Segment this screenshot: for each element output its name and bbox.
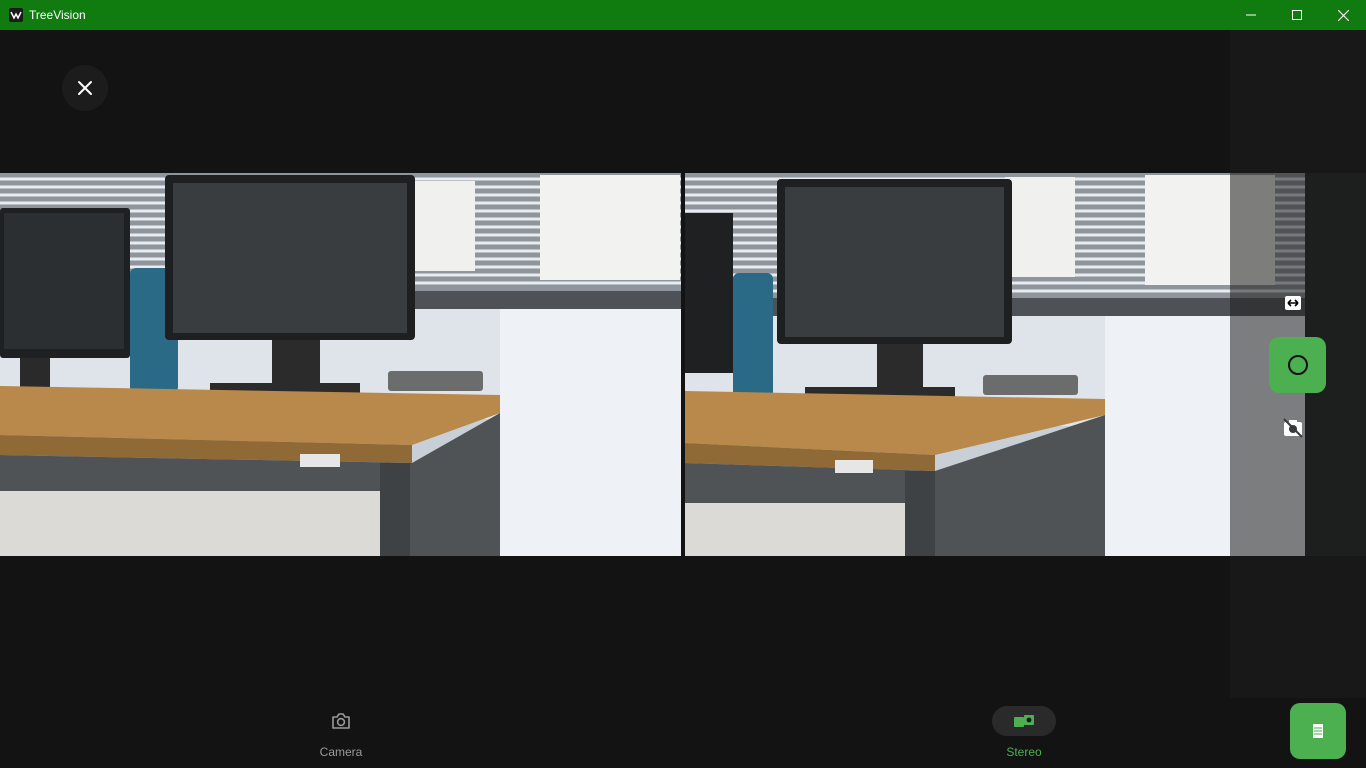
title-bar: TreeVision <box>0 0 1366 30</box>
window-title: TreeVision <box>29 8 86 22</box>
close-icon <box>78 81 92 95</box>
list-icon <box>1313 724 1323 738</box>
camera-off-icon <box>1283 418 1303 438</box>
camera-feed-image <box>0 173 681 556</box>
bottom-navigation: Camera Stereo <box>0 698 1366 768</box>
maximize-button[interactable] <box>1274 0 1320 30</box>
nav-camera-pill <box>309 706 373 736</box>
nav-camera-label: Camera <box>319 745 363 759</box>
list-fab-button[interactable] <box>1290 703 1346 759</box>
nav-stereo-pill <box>992 706 1056 736</box>
nav-camera[interactable]: Camera <box>281 706 401 766</box>
swap-cameras-button[interactable] <box>1282 292 1304 314</box>
nav-stereo-label: Stereo <box>1006 745 1042 759</box>
app-logo-icon <box>9 8 23 22</box>
camera-icon <box>332 713 350 729</box>
swap-horizontal-icon <box>1285 296 1301 310</box>
minimize-icon <box>1246 14 1256 16</box>
minimize-button[interactable] <box>1228 0 1274 30</box>
capture-button[interactable] <box>1269 337 1326 393</box>
close-button[interactable] <box>62 65 108 111</box>
capture-circle-icon <box>1287 355 1308 375</box>
left-camera-preview <box>0 173 681 556</box>
camera-off-button[interactable] <box>1281 416 1305 440</box>
nav-stereo[interactable]: Stereo <box>964 706 1084 766</box>
main-content: Camera Stereo <box>0 30 1366 768</box>
window-close-icon <box>1337 9 1349 21</box>
maximize-icon <box>1292 10 1302 20</box>
window-controls <box>1228 0 1366 30</box>
window-close-button[interactable] <box>1320 0 1366 30</box>
stereo-camera-icon <box>1014 715 1034 727</box>
